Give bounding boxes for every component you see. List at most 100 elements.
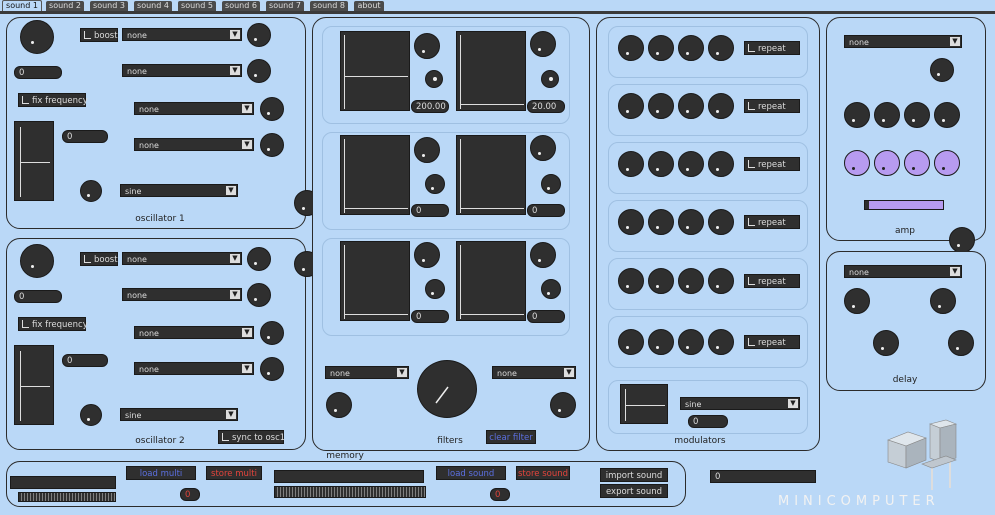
filters-left-knob[interactable] [326,392,352,418]
filter-2a-envelope[interactable] [340,135,410,215]
sound-name-field[interactable] [274,470,424,483]
osc2-knob-b[interactable] [247,283,271,307]
filter-3b-q-knob[interactable] [541,279,561,299]
osc2-freq-value[interactable]: 0 [14,290,62,303]
amp-dropdown[interactable]: none ▼ [844,35,962,48]
osc1-waveform-display[interactable] [14,121,54,201]
filter-1a-envelope[interactable] [340,31,410,111]
filter-2b-envelope[interactable] [456,135,526,215]
amp-purple-knob-2[interactable] [874,150,900,176]
filter-1b-value[interactable]: 20.00 [527,100,565,113]
filter-1b-envelope[interactable] [456,31,526,111]
tab-about[interactable]: about [354,1,384,11]
filter-2b-q-knob[interactable] [541,174,561,194]
amp-level-bar[interactable] [864,200,944,210]
export-sound-button[interactable]: export sound [600,484,668,498]
osc1-knob-b[interactable] [247,59,271,83]
osc2-waveform-dropdown[interactable]: sine ▼ [120,408,238,421]
mod-row-3-knob-2[interactable] [648,151,674,177]
osc1-fix-frequency-button[interactable]: fix frequency [18,93,88,107]
mod-row-4-repeat-button[interactable]: repeat [744,215,800,229]
clear-filter-button[interactable]: clear filter [486,430,536,444]
amp-knob-2[interactable] [874,102,900,128]
osc2-dropdown-mid[interactable]: none ▼ [122,288,242,301]
mod-row-3-knob-1[interactable] [618,151,644,177]
amp-purple-knob-1[interactable] [844,150,870,176]
master-volume-knob[interactable] [949,227,975,253]
load-multi-button[interactable]: load multi [126,466,196,480]
memory-name-field[interactable] [10,476,116,489]
tab-sound-3[interactable]: sound 3 [90,1,128,11]
filters-right-knob[interactable] [550,392,576,418]
mod-row-4-knob-3[interactable] [678,209,704,235]
filter-1a-q-knob[interactable] [425,70,443,88]
mod-row-1-knob-4[interactable] [708,35,734,61]
mod-row-5-knob-1[interactable] [618,268,644,294]
osc1-knob-e[interactable] [80,180,102,202]
filter-1b-cutoff-knob[interactable] [530,31,556,57]
osc1-dropdown-b[interactable]: none ▼ [134,138,254,151]
mod-row-5-knob-4[interactable] [708,268,734,294]
amp-purple-knob-3[interactable] [904,150,930,176]
delay-knob-2[interactable] [930,288,956,314]
memory-multi-slider[interactable] [18,492,116,502]
store-sound-button[interactable]: store sound [516,466,570,480]
sound-slider[interactable] [274,486,426,498]
mod-waveform-dropdown[interactable]: sine ▼ [680,397,800,410]
filter-3b-envelope[interactable] [456,241,526,321]
mod-row-1-knob-1[interactable] [618,35,644,61]
sound-counter[interactable]: 0 [490,488,510,501]
delay-dropdown[interactable]: none ▼ [844,265,962,278]
mod-row-1-repeat-button[interactable]: repeat [744,41,800,55]
filter-2b-value[interactable]: 0 [527,204,565,217]
osc2-sync-button[interactable]: sync to osc1 [218,430,285,444]
amp-level-handle[interactable] [865,201,869,209]
mod-row-4-knob-4[interactable] [708,209,734,235]
mod-row-6-knob-2[interactable] [648,329,674,355]
mod-row-2-knob-4[interactable] [708,93,734,119]
filters-left-dropdown[interactable]: none ▼ [325,366,409,379]
osc2-tune-value[interactable]: 0 [62,354,108,367]
osc1-knob-d[interactable] [260,133,284,157]
store-multi-button[interactable]: store multi [206,466,262,480]
filter-3a-cutoff-knob[interactable] [414,242,440,268]
mod-row-4-knob-1[interactable] [618,209,644,235]
amp-knob-4[interactable] [934,102,960,128]
filter-1b-q-knob[interactable] [541,70,559,88]
tab-sound-8[interactable]: sound 8 [310,1,348,11]
mod-row-5-knob-3[interactable] [678,268,704,294]
osc1-frequency-knob[interactable] [20,20,54,54]
delay-knob-3[interactable] [873,330,899,356]
mod-row-2-repeat-button[interactable]: repeat [744,99,800,113]
mod-value[interactable]: 0 [688,415,728,428]
osc2-fix-frequency-button[interactable]: fix frequency [18,317,88,331]
filter-1a-cutoff-knob[interactable] [414,33,440,59]
osc1-freq-value[interactable]: 0 [14,66,62,79]
mod-row-6-knob-4[interactable] [708,329,734,355]
mod-row-5-knob-2[interactable] [648,268,674,294]
amp-purple-knob-4[interactable] [934,150,960,176]
mod-row-3-knob-3[interactable] [678,151,704,177]
amp-knob-3[interactable] [904,102,930,128]
import-sound-button[interactable]: import sound [600,468,668,482]
osc2-knob-d[interactable] [260,357,284,381]
filter-3b-cutoff-knob[interactable] [530,242,556,268]
osc1-dropdown-mid[interactable]: none ▼ [122,64,242,77]
osc2-knob-a[interactable] [247,247,271,271]
mod-row-2-knob-3[interactable] [678,93,704,119]
load-sound-button[interactable]: load sound [436,466,506,480]
osc1-knob-a[interactable] [247,23,271,47]
osc1-tune-value[interactable]: 0 [62,130,108,143]
mod-row-5-repeat-button[interactable]: repeat [744,274,800,288]
mod-row-6-repeat-button[interactable]: repeat [744,335,800,349]
osc1-boost-button[interactable]: boost [80,28,118,42]
delay-knob-4[interactable] [948,330,974,356]
status-value[interactable]: 0 [710,470,816,483]
filter-3b-value[interactable]: 0 [527,310,565,323]
osc2-boost-button[interactable]: boost [80,252,118,266]
tab-sound-2[interactable]: sound 2 [46,1,84,11]
osc1-dropdown-a[interactable]: none ▼ [134,102,254,115]
filter-3a-q-knob[interactable] [425,279,445,299]
osc2-knob-c[interactable] [260,321,284,345]
osc1-dropdown-top[interactable]: none ▼ [122,28,242,41]
